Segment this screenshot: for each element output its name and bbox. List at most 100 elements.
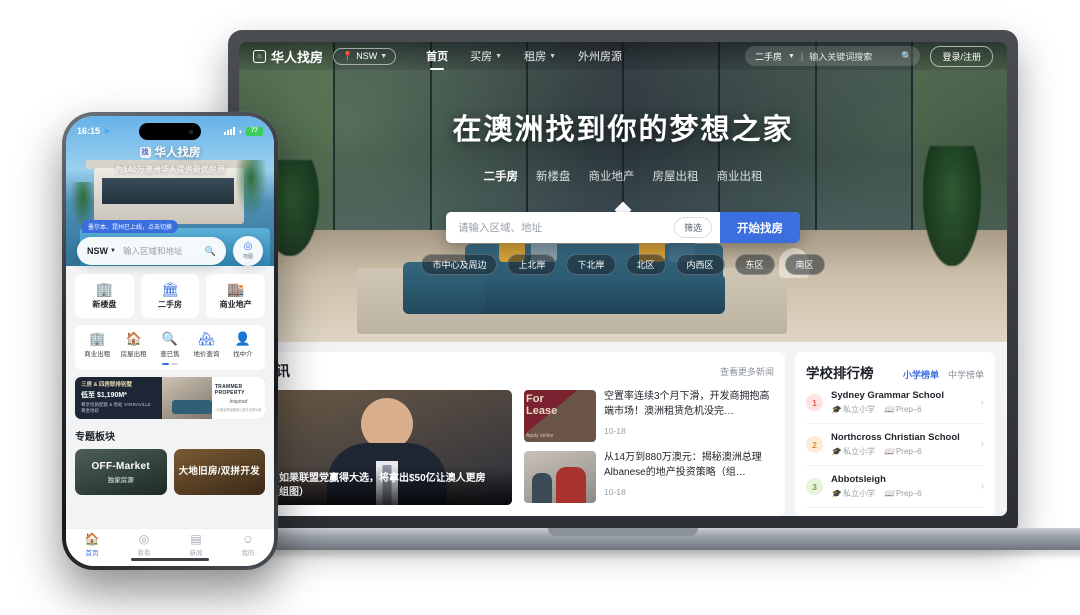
phone-ad-fineprint: *价格及项目细则以官方合同为准 <box>215 407 262 412</box>
phone-quick-links: 🏢 商业出租 🏠 房屋出租 🔍 查已售 🏘 地价查询 👤 找中介 <box>75 325 265 370</box>
phone-region-selector[interactable]: NSW ▼ <box>87 246 116 256</box>
phone-quick-agent[interactable]: 👤 找中介 <box>225 332 261 358</box>
region-chip[interactable]: 南区 <box>784 254 825 275</box>
phone-map-button[interactable]: ◎ 地图 <box>233 236 263 266</box>
hero-tab-secondhand[interactable]: 二手房 <box>484 168 519 184</box>
rank-badge: 1 <box>806 394 823 411</box>
phone-ad-logo: TRAMMER PROPERTY <box>214 383 245 396</box>
hero-tab-commercialrent[interactable]: 商业出租 <box>717 168 763 184</box>
phone-category-newbuild[interactable]: 🏢 新楼盘 <box>75 274 134 318</box>
school-name: Sydney Grammar School <box>831 390 944 401</box>
phone-category-commercial[interactable]: 🏬 商业地产 <box>206 274 266 318</box>
region-value: NSW <box>356 51 378 61</box>
search-icon[interactable]: 🔍 <box>205 246 216 257</box>
phone-search-bar[interactable]: NSW ▼ 输入区域和地址 🔍 <box>77 237 226 265</box>
region-chip[interactable]: 上北岸 <box>507 254 557 275</box>
phone-ad-left: 三房 & 四房联排别墅 低至 $1,190M* 尊享优质配套 & 地处 YARR… <box>75 377 162 419</box>
phone-quick-landvalue[interactable]: 🏘 地价查询 <box>188 332 224 358</box>
filter-button[interactable]: 筛选 <box>673 217 712 238</box>
news-featured-column: ：如果联盟党赢得大选，将拿出$50亿让澳人更房（组图） <box>262 390 512 505</box>
region-chip[interactable]: 市中心及周边 <box>421 254 498 275</box>
news-thumbnail <box>524 451 596 503</box>
phone-category-secondhand[interactable]: 🏛 二手房 <box>140 274 200 318</box>
region-chip[interactable]: 东区 <box>734 254 775 275</box>
news-list-item[interactable]: 从14万到880万澳元：揭秘澳洲总理Albanese的地产投资策略（组… 10-… <box>524 451 774 503</box>
phone-tab-explore[interactable]: ◎ 看看 <box>118 533 170 557</box>
nav-link-interstate[interactable]: 外州房源 <box>578 48 622 64</box>
region-selector[interactable]: 📍 NSW ▼ <box>333 47 397 65</box>
laptop-display: ⌂ 华人找房 📍 NSW ▼ 首页 买房 ▼ 租房 ▼ 外州房源 二手房 ▼ |… <box>239 42 1007 516</box>
chevron-right-icon: › <box>980 481 984 492</box>
school-tab-secondary[interactable]: 中学榜单 <box>948 368 984 381</box>
hero-tab-newbuild[interactable]: 新楼盘 <box>536 168 571 184</box>
search-icon[interactable]: 🔍 <box>901 51 912 62</box>
nav-search-box[interactable]: 二手房 ▼ | 输入关键词搜索 🔍 <box>744 46 921 66</box>
school-info: Abbotsleigh 🎓 私立小学 📖 Prep–6 <box>831 474 973 499</box>
phone-brand: 找 华人找房 <box>66 144 274 160</box>
phone-topic-development[interactable]: 大地旧房/双拼开发 <box>173 449 265 495</box>
hero-search-bar[interactable]: 请输入区域、地址 筛选 开始找房 <box>446 212 800 243</box>
school-grades-label: Prep–6 <box>895 405 922 414</box>
site-brand[interactable]: ⌂ 华人找房 <box>253 47 323 66</box>
nav-link-home[interactable]: 首页 <box>426 48 448 64</box>
region-chip[interactable]: 北区 <box>625 254 666 275</box>
chevron-down-icon: ▼ <box>549 52 557 60</box>
school-tab-primary[interactable]: 小学榜单 <box>903 368 939 381</box>
school-panel-title: 学校排行榜 <box>806 366 874 381</box>
carousel-dots <box>79 363 261 365</box>
school-type: 🎓 私立小学 <box>831 446 875 457</box>
nav-link-buy[interactable]: 买房 ▼ <box>470 48 502 64</box>
phone-tab-profile[interactable]: ☺ 我的 <box>222 533 274 557</box>
news-list-item[interactable]: For Lease Apply online 空置率连续3个月下滑，开发商拥抱高… <box>524 390 774 442</box>
school-row[interactable]: 1 Sydney Grammar School 🎓 私立小学 📖 Prep–6 › <box>806 382 984 424</box>
phone-tagline: 为140万澳洲华人提供最优房源 <box>115 165 225 174</box>
status-time: 16:15 <box>77 126 101 136</box>
status-left: 16:15 ➤ <box>77 126 111 137</box>
battery-indicator: 77 <box>246 126 263 136</box>
phone-tab-label: 首页 <box>85 550 99 557</box>
school-info: Sydney Grammar School 🎓 私立小学 📖 Prep–6 <box>831 390 973 415</box>
phone-quick-house-rent[interactable]: 🏠 房屋出租 <box>115 332 151 358</box>
carousel-dot-active[interactable] <box>162 363 169 365</box>
school-row[interactable]: 3 Abbotsleigh 🎓 私立小学 📖 Prep–6 › <box>806 466 984 508</box>
phone-ad-banner[interactable]: 三房 & 四房联排别墅 低至 $1,190M* 尊享优质配套 & 地处 YARR… <box>75 377 265 419</box>
phone-topic-offmarket[interactable]: OFF-Market 独家房源 <box>75 449 167 495</box>
region-chip[interactable]: 内西区 <box>675 254 725 275</box>
chevron-down-icon: ▼ <box>110 248 116 254</box>
phone-category-label: 二手房 <box>158 300 182 309</box>
status-right: ◗ 77 <box>224 126 263 136</box>
news-thumbnail: For Lease Apply online <box>524 390 596 442</box>
nav-search-category[interactable]: 二手房 <box>755 50 782 63</box>
home-icon: 🏠 <box>84 532 100 546</box>
login-register-button[interactable]: 登录/注册 <box>930 45 993 67</box>
phone-quick-commercial-rent[interactable]: 🏢 商业出租 <box>79 332 115 358</box>
webcam-icon <box>620 46 626 51</box>
news-list-column: For Lease Apply online 空置率连续3个月下滑，开发商拥抱高… <box>524 390 774 505</box>
region-chip[interactable]: 下北岸 <box>566 254 616 275</box>
start-search-button[interactable]: 开始找房 <box>720 212 800 243</box>
news-more-link[interactable]: 查看更多新闻 <box>720 365 774 378</box>
hero-tabs: 二手房 新楼盘 商业地产 房屋出租 商业出租 <box>239 168 1007 184</box>
screenshot-stage: ⌂ 华人找房 📍 NSW ▼ 首页 买房 ▼ 租房 ▼ 外州房源 二手房 ▼ |… <box>0 0 1080 615</box>
school-grades: 📖 Prep–6 <box>884 446 922 457</box>
phone-quick-row: 🏢 商业出租 🏠 房屋出租 🔍 查已售 🏘 地价查询 👤 找中介 <box>79 332 261 358</box>
phone-quick-sold[interactable]: 🔍 查已售 <box>152 332 188 358</box>
news-header: 资讯 查看更多新闻 <box>262 361 774 381</box>
school-type: 🎓 私立小学 <box>831 488 875 499</box>
phone-tab-home[interactable]: 🏠 首页 <box>66 533 118 557</box>
phone-tab-news[interactable]: ▤ 新闻 <box>170 533 222 557</box>
news-item-headline: 空置率连续3个月下滑，开发商拥抱高端市场！澳洲租赁危机没完… <box>604 391 770 417</box>
carousel-dot[interactable] <box>171 363 178 365</box>
phone-city-badge[interactable]: 墨尔本、昆州已上线，点击切换 <box>82 220 179 233</box>
phone-search-placeholder: 输入区域和地址 <box>122 246 183 256</box>
hero-tab-houserent[interactable]: 房屋出租 <box>653 168 699 184</box>
thumb-line-2: Lease <box>526 404 558 417</box>
phone-device: 16:15 ➤ ◗ 77 找 华人找房 为140万澳洲华人提供最优房源 墨尔本、… <box>62 112 278 570</box>
chevron-down-icon: ▼ <box>495 52 503 60</box>
compass-icon: ◎ <box>138 532 150 546</box>
news-featured-card[interactable]: ：如果联盟党赢得大选，将拿出$50亿让澳人更房（组图） <box>262 390 512 505</box>
hero-tab-commercial[interactable]: 商业地产 <box>589 168 635 184</box>
school-row[interactable]: 2 Northcross Christian School 🎓 私立小学 📖 Pre… <box>806 424 984 466</box>
cellular-bars-icon <box>224 127 236 135</box>
nav-link-rent[interactable]: 租房 ▼ <box>524 48 556 64</box>
